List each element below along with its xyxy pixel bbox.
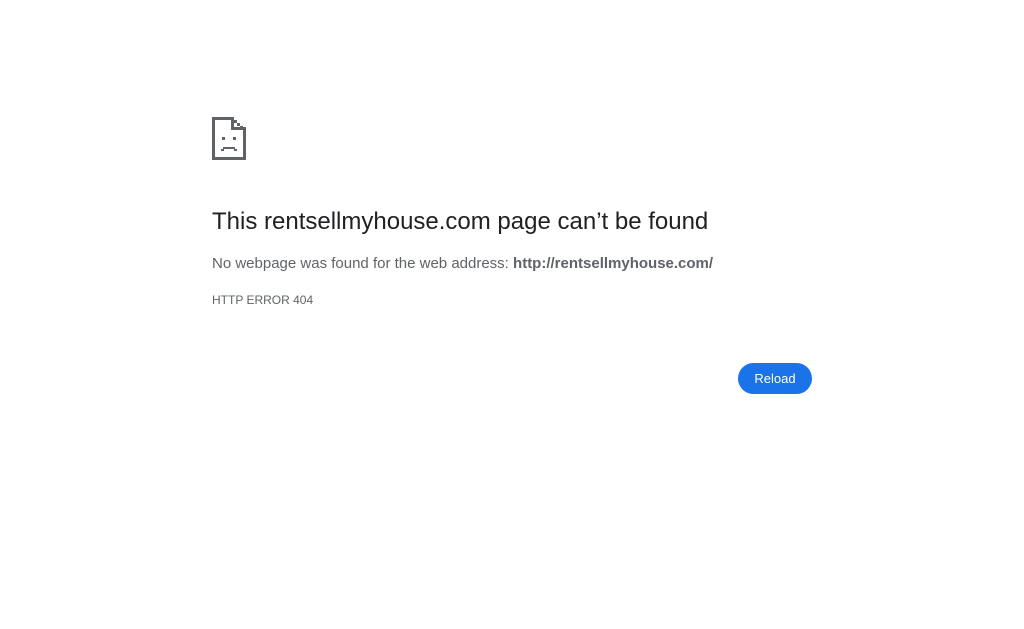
reload-button[interactable]: Reload (738, 363, 812, 394)
sad-page-icon (212, 117, 246, 160)
error-summary: No webpage was found for the web address… (212, 254, 713, 274)
page-title: This rentsellmyhouse.com page can’t be f… (212, 208, 709, 235)
failed-url: http://rentsellmyhouse.com/ (513, 255, 714, 272)
error-page: This rentsellmyhouse.com page can’t be f… (0, 0, 1024, 629)
summary-text: No webpage was found for the web address… (212, 255, 514, 272)
error-code: HTTP ERROR 404 (212, 293, 314, 307)
